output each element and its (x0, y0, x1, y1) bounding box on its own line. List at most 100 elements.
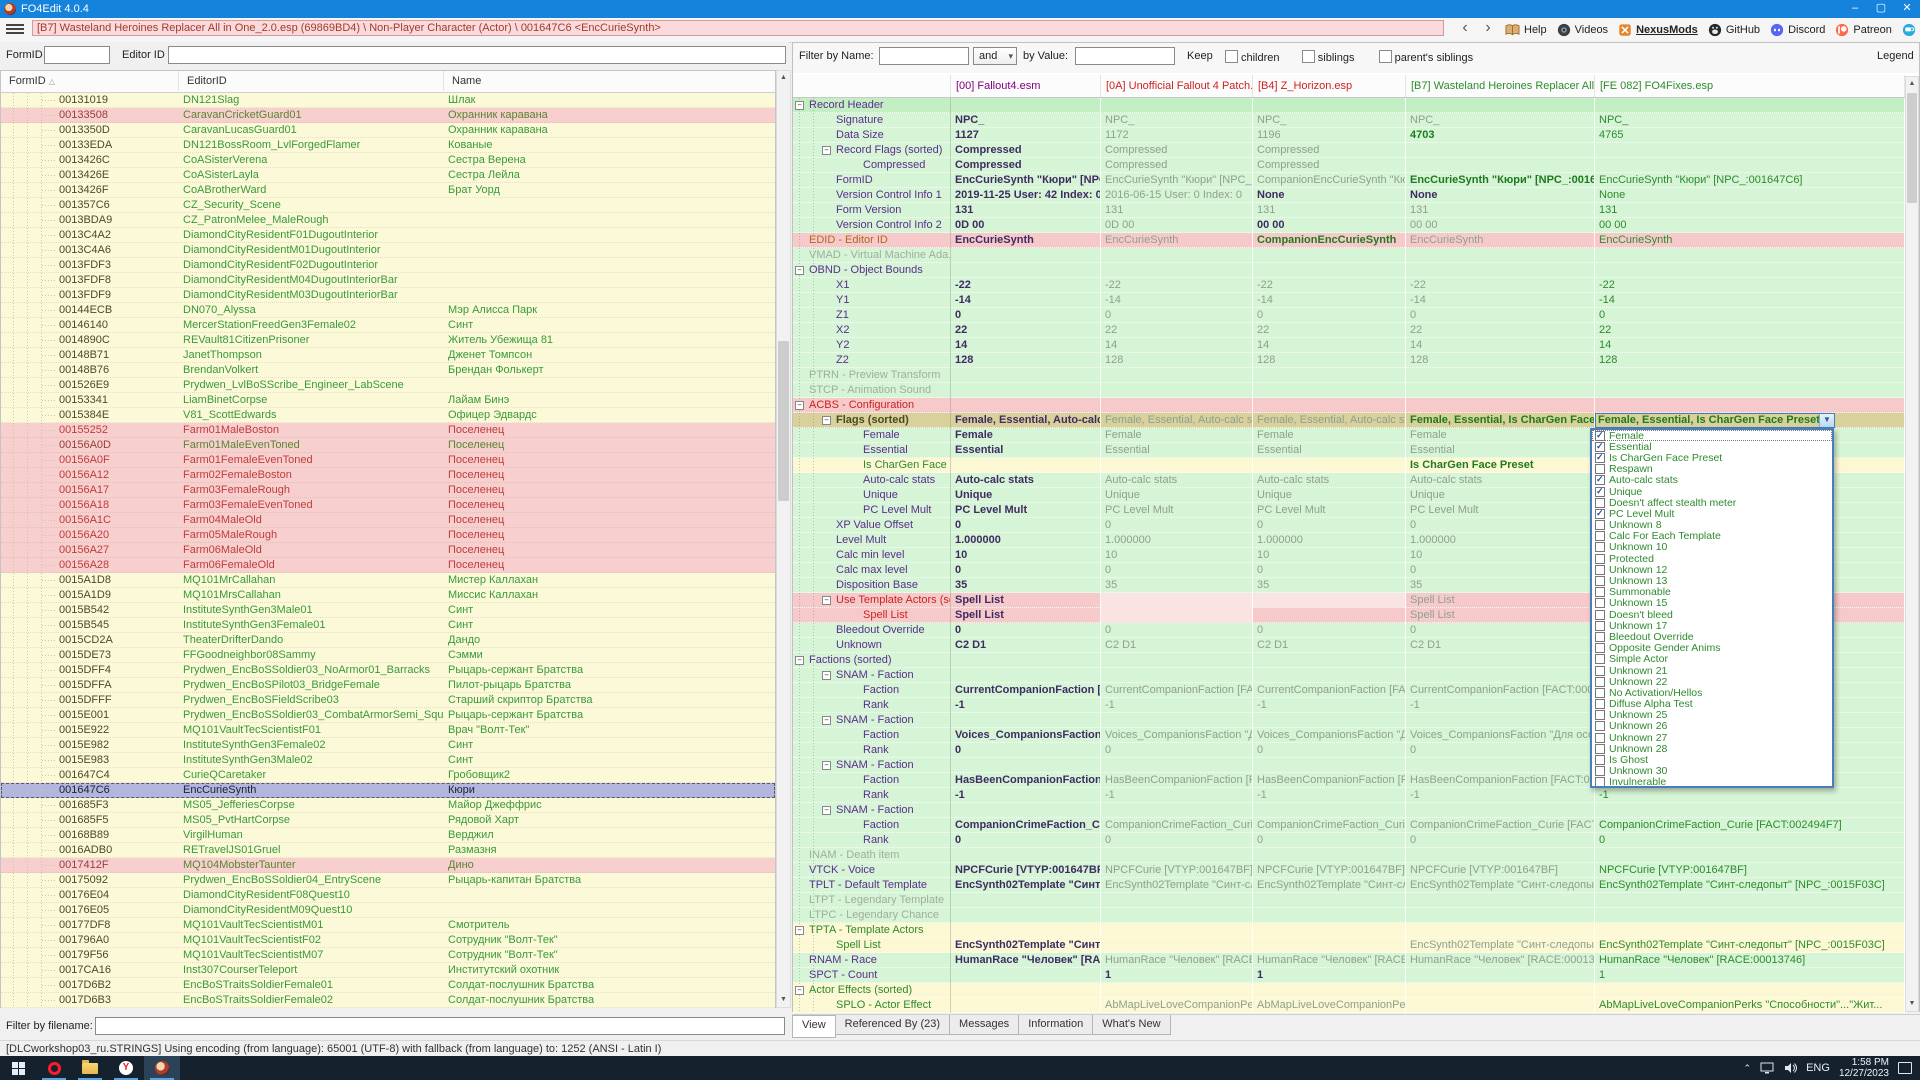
element-row-acbs-configuration[interactable]: −ACBS - Configuration (793, 398, 1905, 413)
collapse-icon[interactable]: − (822, 716, 831, 725)
flag-option-calc-for-each-template[interactable]: Calc For Each Template (1592, 531, 1832, 542)
unchecked-checkbox-icon[interactable] (1595, 621, 1605, 631)
element-row-version-control-info-2[interactable]: Version Control Info 20D 000D 0000 0000 … (793, 218, 1905, 233)
plugin-column-header-1[interactable]: [0A] Unofficial Fallout 4 Patch.esp (1101, 75, 1253, 97)
flag-option-bleedout-override[interactable]: Bleedout Override (1592, 631, 1832, 642)
collapse-icon[interactable]: − (822, 596, 831, 605)
flag-option-opposite-gender-anims[interactable]: Opposite Gender Anims (1592, 643, 1832, 654)
toolbar-link-ko-fi[interactable]: Ko-Fi (1902, 23, 1920, 37)
collapse-icon[interactable]: − (795, 986, 804, 995)
checked-checkbox-icon[interactable] (1595, 475, 1605, 485)
toolbar-link-videos[interactable]: Videos (1557, 23, 1608, 37)
flag-option-unknown-28[interactable]: Unknown 28 (1592, 743, 1832, 754)
record-row-0014890C[interactable]: 0014890CREVault81CitizenPrisonerЖитель У… (1, 333, 775, 348)
collapse-icon[interactable]: − (822, 761, 831, 770)
record-row-00144ECB[interactable]: 00144ECBDN070_AlyssaМэр Алисса Парк (1, 303, 775, 318)
unchecked-checkbox-icon[interactable] (1595, 520, 1605, 530)
flag-option-summonable[interactable]: Summonable (1592, 587, 1832, 598)
record-row-00156A20[interactable]: 00156A20Farm05MaleRoughПоселенец (1, 528, 775, 543)
right-scrollbar[interactable]: ▲ ▼ (1905, 76, 1919, 1012)
clock[interactable]: 1:58 PM 12/27/2023 (1839, 1057, 1889, 1079)
tray-expand-icon[interactable]: ⌃ (1744, 1063, 1752, 1074)
record-row-00175092[interactable]: 00175092Prydwen_EncBoSSoldier04_EntrySce… (1, 873, 775, 888)
menu-icon[interactable] (6, 22, 24, 36)
flag-option-unknown-22[interactable]: Unknown 22 (1592, 676, 1832, 687)
record-row-0015CD2A[interactable]: 0015CD2ATheaterDrifterDandoДандо (1, 633, 775, 648)
flag-option-no-activation-hellos[interactable]: No Activation/Hellos (1592, 687, 1832, 698)
flag-option-invulnerable[interactable]: Invulnerable (1592, 777, 1832, 788)
display-icon[interactable] (1760, 1062, 1774, 1074)
element-row-flags-sorted-[interactable]: −Flags (sorted)Female, Essential, Auto-c… (793, 413, 1905, 428)
record-row-00168B89[interactable]: 00168B89VirgilHumanВерджил (1, 828, 775, 843)
record-row-0013C4A6[interactable]: 0013C4A6DiamondCityResidentM01DugoutInte… (1, 243, 775, 258)
collapse-icon[interactable]: − (822, 806, 831, 815)
record-row-001526E9[interactable]: 001526E9Prydwen_LvlBoSScribe_Engineer_La… (1, 378, 775, 393)
element-row-tpta-template-actors[interactable]: −TPTA - Template Actors (793, 923, 1905, 938)
keep-children-checkbox[interactable]: children (1225, 50, 1280, 64)
unchecked-checkbox-icon[interactable] (1595, 498, 1605, 508)
record-row-0013426C[interactable]: 0013426CCoASisterVerenaСестра Верена (1, 153, 775, 168)
element-row-spct-count[interactable]: SPCT - Count111 (793, 968, 1905, 983)
notification-center-icon[interactable] (1898, 1062, 1912, 1074)
element-row-inam-death-item[interactable]: INAM - Death item (793, 848, 1905, 863)
record-row-0013C4A2[interactable]: 0013C4A2DiamondCityResidentF01DugoutInte… (1, 228, 775, 243)
element-row-z2[interactable]: Z2128128128128128 (793, 353, 1905, 368)
flag-option-simple-actor[interactable]: Simple Actor (1592, 654, 1832, 665)
scroll-down-icon[interactable]: ▼ (777, 993, 790, 1007)
tab-information[interactable]: Information (1018, 1015, 1093, 1035)
collapse-icon[interactable]: − (822, 671, 831, 680)
record-row-00155252[interactable]: 00155252Farm01MaleBostonПоселенец (1, 423, 775, 438)
flag-option-diffuse-alpha-test[interactable]: Diffuse Alpha Test (1592, 699, 1832, 710)
column-header-editorid[interactable]: EditorID (179, 71, 444, 91)
element-row-ltpt-legendary-template[interactable]: LTPT - Legendary Template (793, 893, 1905, 908)
unchecked-checkbox-icon[interactable] (1595, 710, 1605, 720)
collapse-icon[interactable]: − (795, 101, 804, 110)
record-row-001685F3[interactable]: 001685F3MS05_JefferiesCorpseМайор Джеффр… (1, 798, 775, 813)
taskbar-fo4edit[interactable] (144, 1056, 180, 1080)
unchecked-checkbox-icon[interactable] (1595, 554, 1605, 564)
record-row-0015E982[interactable]: 0015E982InstituteSynthGen3Female02Синт (1, 738, 775, 753)
checked-checkbox-icon[interactable] (1595, 442, 1605, 452)
keep-parent-s-siblings-checkbox[interactable]: parent's siblings (1379, 50, 1474, 64)
filter-by-name-input[interactable] (879, 47, 969, 65)
record-row-00156A1C[interactable]: 00156A1CFarm04MaleOldПоселенец (1, 513, 775, 528)
taskbar-explorer[interactable] (72, 1056, 108, 1080)
element-row-spell-list[interactable]: Spell ListEncSynth02Template "Синт-сле..… (793, 938, 1905, 953)
record-row-0017D6B3[interactable]: 0017D6B3EncBoSTraitsSoldierFemale02Солда… (1, 993, 775, 1008)
element-row-x2[interactable]: X22222222222 (793, 323, 1905, 338)
record-row-0015B542[interactable]: 0015B542InstituteSynthGen3Male01Синт (1, 603, 775, 618)
element-row-tplt-default-template[interactable]: TPLT - Default TemplateEncSynth02Templat… (793, 878, 1905, 893)
toolbar-link-nexusmods[interactable]: NexusMods (1618, 23, 1698, 37)
flag-option-unknown-10[interactable]: Unknown 10 (1592, 542, 1832, 553)
flag-option-is-ghost[interactable]: Is Ghost (1592, 754, 1832, 765)
record-row-0015B545[interactable]: 0015B545InstituteSynthGen3Female01Синт (1, 618, 775, 633)
record-row-0015E001[interactable]: 0015E001Prydwen_EncBoSSoldier03_CombatAr… (1, 708, 775, 723)
collapse-icon[interactable]: − (822, 416, 831, 425)
unchecked-checkbox-icon[interactable] (1595, 755, 1605, 765)
record-row-0015DFFF[interactable]: 0015DFFFPrydwen_EncBoSFieldScribe03Старш… (1, 693, 775, 708)
flag-option-female[interactable]: Female (1592, 430, 1832, 441)
unchecked-checkbox-icon[interactable] (1595, 699, 1605, 709)
unchecked-checkbox-icon[interactable] (1595, 587, 1605, 597)
record-row-0013350D[interactable]: 0013350DCaravanLucasGuard01Охранник кара… (1, 123, 775, 138)
element-row-actor-effects-sorted-[interactable]: −Actor Effects (sorted) (793, 983, 1905, 998)
flag-option-unknown-21[interactable]: Unknown 21 (1592, 665, 1832, 676)
record-row-00153341[interactable]: 00153341LiamBinetCorpseЛайам Бинэ (1, 393, 775, 408)
flag-option-unknown-26[interactable]: Unknown 26 (1592, 721, 1832, 732)
minimize-button[interactable]: – (1842, 0, 1868, 18)
collapse-icon[interactable]: − (795, 926, 804, 935)
unchecked-checkbox-icon[interactable] (1595, 598, 1605, 608)
maximize-button[interactable]: ▢ (1868, 0, 1894, 18)
record-row-00176E04[interactable]: 00176E04DiamondCityResidentF08Quest10 (1, 888, 775, 903)
element-row-ptrn-preview-transform[interactable]: PTRN - Preview Transform (793, 368, 1905, 383)
element-row-obnd-object-bounds[interactable]: −OBND - Object Bounds (793, 263, 1905, 278)
record-row-0015E983[interactable]: 0015E983InstituteSynthGen3Male02Синт (1, 753, 775, 768)
flag-option-auto-calc-stats[interactable]: Auto-calc stats (1592, 475, 1832, 486)
unchecked-checkbox-icon[interactable] (1595, 677, 1605, 687)
formid-input[interactable] (44, 46, 110, 64)
record-row-00176E05[interactable]: 00176E05DiamondCityResidentM09Quest10 (1, 903, 775, 918)
nav-back-button[interactable]: ‹ (1455, 18, 1475, 40)
plugin-column-header-3[interactable]: [B7] Wasteland Heroines Replacer All in … (1406, 75, 1595, 97)
record-row-0017D6B2[interactable]: 0017D6B2EncBoSTraitsSoldierFemale01Солда… (1, 978, 775, 993)
record-row-00133EDA[interactable]: 00133EDADN121BossRoom_LvlForgedFlamerКов… (1, 138, 775, 153)
